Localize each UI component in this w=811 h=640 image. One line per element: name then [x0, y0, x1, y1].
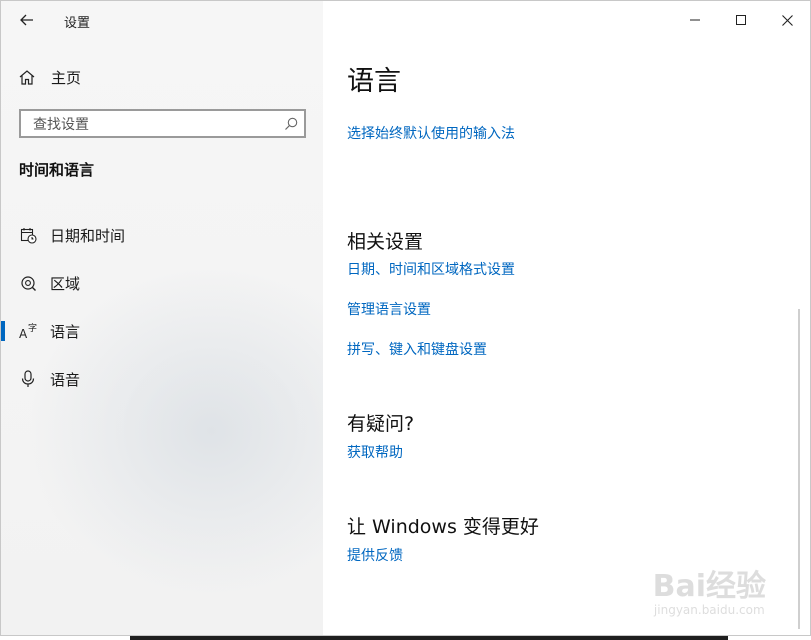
- search-icon[interactable]: [284, 116, 298, 135]
- page-title: 语言: [347, 66, 401, 97]
- taskbar-segment: [130, 636, 728, 640]
- back-arrow-icon: [20, 14, 33, 26]
- watermark: Bai经验 jingyan.baidu.com: [652, 569, 766, 618]
- search-box[interactable]: [19, 109, 306, 138]
- section-title: 时间和语言: [19, 161, 95, 179]
- improve-windows-heading: 让 Windows 变得更好: [347, 516, 539, 538]
- watermark-logo: Bai经验: [652, 569, 766, 604]
- sidebar-item-label: 语言: [50, 322, 81, 341]
- taskbar-edge: [0, 636, 811, 640]
- language-icon: A字: [19, 322, 37, 340]
- give-feedback-link[interactable]: 提供反馈: [347, 545, 403, 565]
- manage-language-link[interactable]: 管理语言设置: [347, 299, 431, 319]
- sidebar-item-label: 日期和时间: [50, 226, 126, 245]
- scrollbar[interactable]: [798, 309, 800, 629]
- watermark-url: jingyan.baidu.com: [653, 603, 765, 617]
- globe-icon: [19, 274, 37, 292]
- sidebar-item-region[interactable]: 区域: [1, 259, 323, 307]
- svg-text:A: A: [19, 327, 28, 340]
- sidebar-item-label: 语音: [50, 370, 81, 389]
- home-label: 主页: [51, 68, 82, 87]
- back-button[interactable]: [13, 7, 41, 33]
- search-input[interactable]: [31, 114, 275, 136]
- get-help-link[interactable]: 获取帮助: [347, 442, 403, 462]
- settings-window: 设置 主页 时间和语言 日期和时间: [0, 0, 811, 636]
- question-heading: 有疑问?: [347, 413, 415, 435]
- sidebar-item-language[interactable]: A字 语言: [1, 307, 323, 355]
- app-title: 设置: [64, 16, 91, 31]
- date-time-region-format-link[interactable]: 日期、时间和区域格式设置: [347, 259, 515, 279]
- sidebar-item-label: 区域: [50, 274, 81, 293]
- sidebar-item-date-time[interactable]: 日期和时间: [1, 211, 323, 259]
- related-settings-heading: 相关设置: [347, 231, 424, 253]
- sidebar-item-speech[interactable]: 语音: [1, 355, 323, 403]
- microphone-icon: [19, 370, 37, 388]
- main-content: 语言 选择始终默认使用的输入法 相关设置 日期、时间和区域格式设置 管理语言设置…: [347, 1, 810, 635]
- svg-text:字: 字: [28, 322, 37, 334]
- calendar-clock-icon: [19, 226, 37, 244]
- home-nav-item[interactable]: 主页: [19, 65, 81, 89]
- sidebar: 设置 主页 时间和语言 日期和时间: [1, 1, 323, 635]
- spelling-typing-keyboard-link[interactable]: 拼写、键入和键盘设置: [347, 339, 487, 359]
- input-method-link[interactable]: 选择始终默认使用的输入法: [347, 123, 515, 143]
- home-icon: [19, 69, 37, 85]
- sidebar-nav: 日期和时间 区域 A字 语言 语音: [1, 211, 323, 403]
